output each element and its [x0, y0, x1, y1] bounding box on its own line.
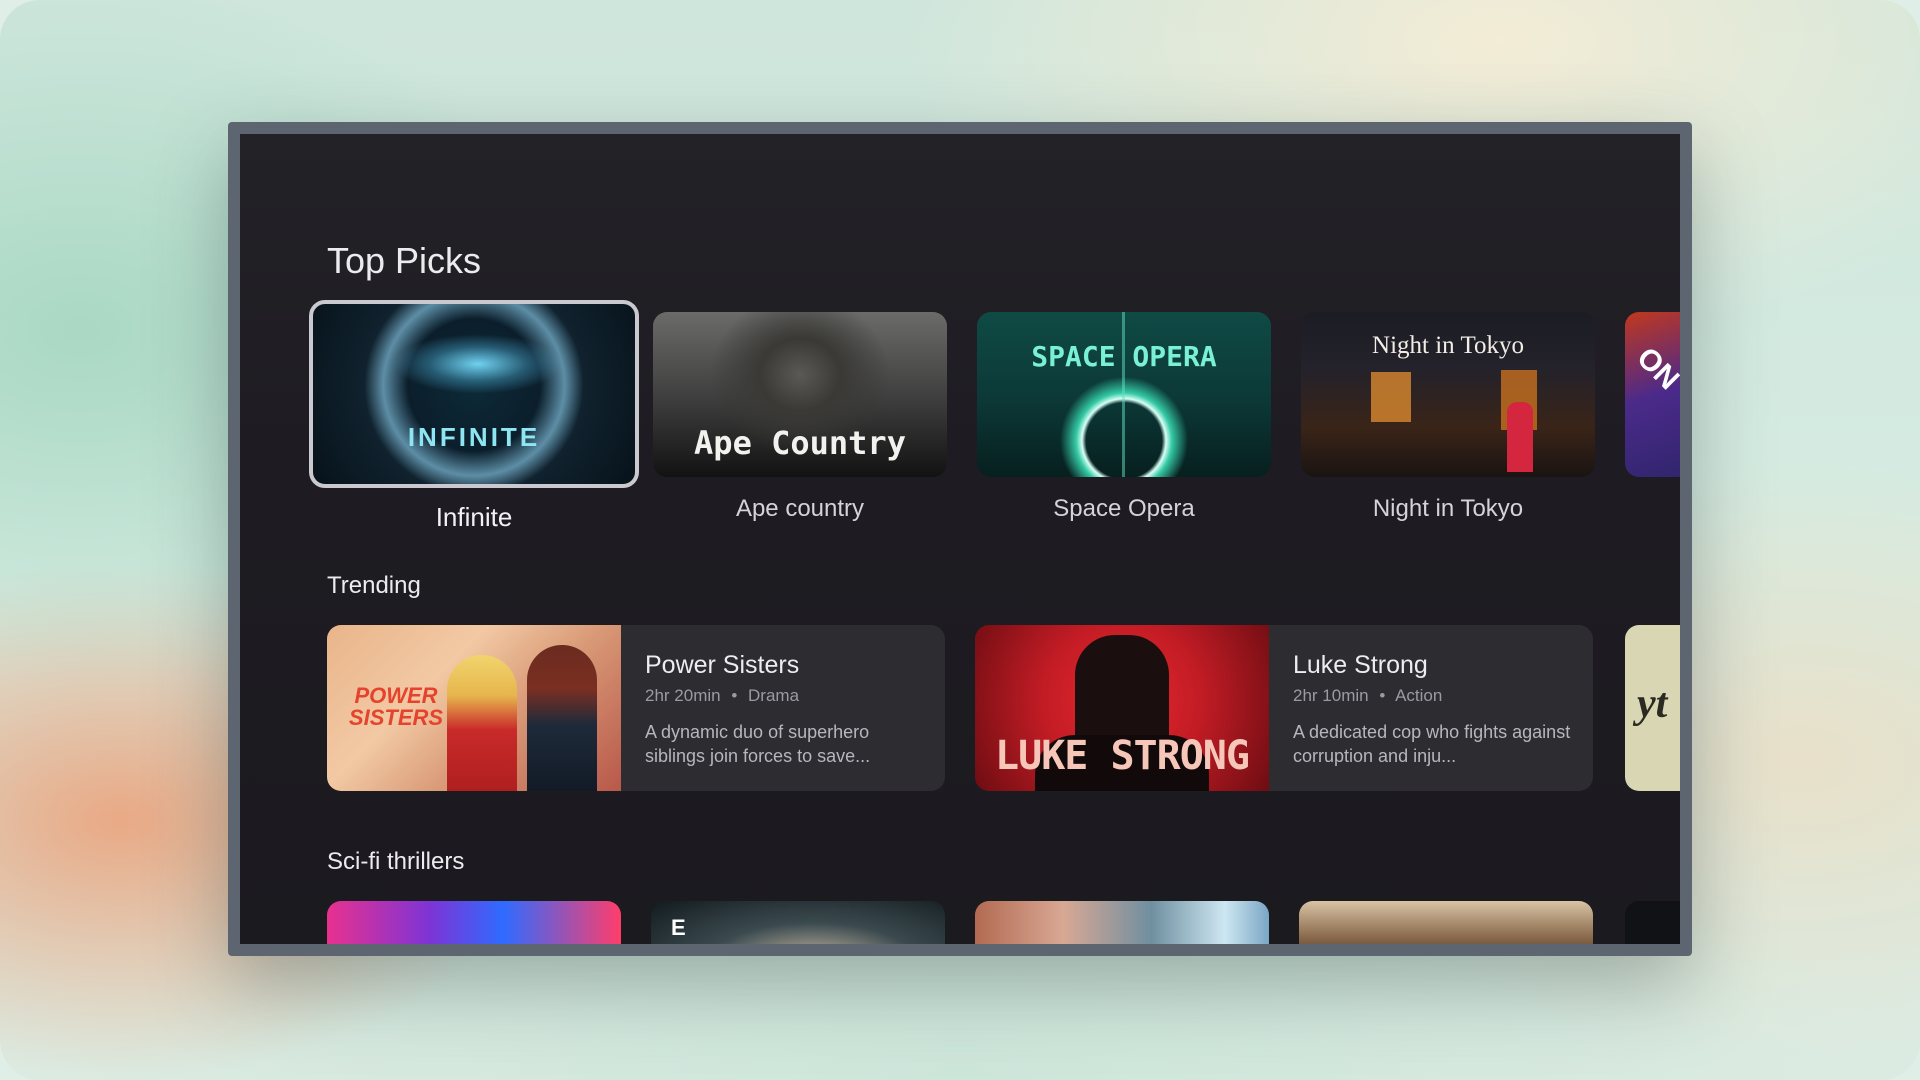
thumb-power-sisters: POWER SISTERS: [327, 625, 621, 791]
top-pick-label: Space Opera: [1053, 495, 1195, 522]
top-pick-label: Infinite: [435, 502, 513, 532]
scifi-card-2[interactable]: E: [651, 901, 945, 944]
top-pick-card-space-opera[interactable]: SPACE OPERA Space Opera: [977, 312, 1271, 523]
trending-title: Luke Strong: [1293, 651, 1428, 679]
trending-meta: 2hr 10min • Action: [1293, 686, 1579, 706]
trending-duration: 2hr 10min: [1293, 686, 1369, 705]
thumb-title-partial: yt: [1637, 681, 1668, 727]
trending-duration: 2hr 20min: [645, 686, 721, 705]
top-pick-card-ape-country[interactable]: Ape Country Ape country: [653, 312, 947, 523]
scifi-poster-text: E: [671, 915, 686, 940]
top-pick-card-partial[interactable]: ON: [1625, 312, 1680, 477]
trending-card-luke-strong[interactable]: LUKE STRONG Luke Strong 2hr 10min • Acti…: [975, 625, 1593, 791]
scifi-card-1[interactable]: [327, 901, 621, 944]
section-title-trending: Trending: [327, 572, 421, 599]
poster-infinite: INFINITE: [309, 300, 639, 488]
thumb-title-power-sisters: POWER SISTERS: [348, 683, 444, 730]
trending-card-power-sisters[interactable]: POWER SISTERS Power Sisters 2hr 20min • …: [327, 625, 945, 791]
top-pick-card-night-in-tokyo[interactable]: Night in Tokyo Night in Tokyo: [1301, 312, 1595, 523]
poster-title-space-opera: SPACE OPERA: [1031, 340, 1217, 373]
poster-title-infinite: INFINITE: [407, 422, 541, 452]
section-title-top-picks: Top Picks: [327, 240, 482, 281]
thumb-luke-strong: LUKE STRONG: [975, 625, 1269, 791]
poster-title-ape-country: Ape Country: [694, 424, 906, 462]
thumb-title-luke-strong: LUKE STRONG: [995, 733, 1250, 779]
top-pick-card-infinite[interactable]: INFINITE Infinite: [309, 300, 639, 533]
trending-info: Luke Strong 2hr 10min • Action A dedicat…: [1293, 651, 1579, 768]
poster-night-in-tokyo: Night in Tokyo: [1301, 312, 1595, 477]
scifi-card-3[interactable]: [975, 901, 1269, 944]
poster-partial: ON: [1625, 312, 1680, 477]
trending-description: A dynamic duo of superhero siblings join…: [645, 722, 871, 766]
meta-separator: •: [1379, 686, 1386, 705]
top-pick-label: Ape country: [735, 495, 865, 522]
tv-frame: Top Picks INFINITE Infinite Ape Country …: [228, 122, 1692, 956]
trending-card-partial[interactable]: yt: [1625, 625, 1680, 791]
trending-genre: Drama: [748, 686, 800, 705]
meta-separator: •: [731, 686, 738, 705]
poster-title-night-in-tokyo: Night in Tokyo: [1372, 332, 1524, 359]
trending-title: Power Sisters: [645, 651, 800, 679]
poster-space-opera: SPACE OPERA: [977, 312, 1271, 477]
trending-meta: 2hr 20min • Drama: [645, 686, 931, 706]
poster-ape-country: Ape Country: [653, 312, 947, 477]
tv-screen: Top Picks INFINITE Infinite Ape Country …: [240, 134, 1680, 944]
top-pick-label: Night in Tokyo: [1372, 495, 1524, 522]
poster-title-partial: ON: [1630, 341, 1680, 397]
trending-genre: Action: [1395, 686, 1443, 705]
scifi-card-5[interactable]: [1625, 901, 1680, 944]
section-title-scifi-thrillers: Sci-fi thrillers: [327, 848, 465, 875]
scifi-card-4[interactable]: [1299, 901, 1593, 944]
trending-description: A dedicated cop who fights against corru…: [1293, 722, 1571, 766]
trending-info: Power Sisters 2hr 20min • Drama A dynami…: [645, 651, 931, 768]
